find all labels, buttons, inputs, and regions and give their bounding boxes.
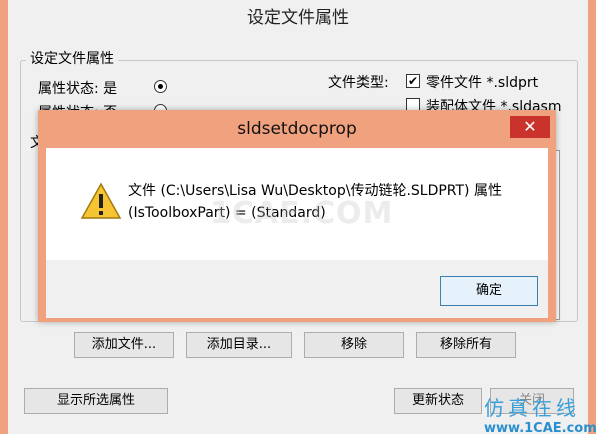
watermark: 1CAE.COM xyxy=(210,196,394,231)
window-title: 设定文件属性 xyxy=(247,8,349,28)
brand-logo: 仿真在线 www.1CAE.com xyxy=(484,392,596,436)
status-yes-label: 属性状态: 是 xyxy=(38,81,118,97)
remove-all-button[interactable]: 移除所有 xyxy=(416,332,516,358)
status-yes-radio[interactable] xyxy=(154,80,167,93)
add-directory-button[interactable]: 添加目录... xyxy=(186,332,292,358)
file-type-label: 文件类型: xyxy=(328,75,389,91)
dialog-footer: 确定 xyxy=(46,260,548,318)
part-checkbox[interactable]: ✔ xyxy=(406,74,420,88)
brand-name: 仿真在线 xyxy=(484,396,580,420)
show-selected-button[interactable]: 显示所选属性 xyxy=(24,388,168,414)
group-title: 设定文件属性 xyxy=(26,48,118,68)
update-status-button[interactable]: 更新状态 xyxy=(394,388,482,414)
dialog-title: sldsetdocprop xyxy=(237,119,357,139)
dialog-close-icon[interactable]: ✕ xyxy=(510,116,550,138)
ok-button[interactable]: 确定 xyxy=(440,276,538,306)
add-file-button[interactable]: 添加文件... xyxy=(74,332,174,358)
remove-button[interactable]: 移除 xyxy=(304,332,404,358)
warning-icon xyxy=(80,182,122,219)
part-label: 零件文件 *.sldprt xyxy=(426,75,539,91)
